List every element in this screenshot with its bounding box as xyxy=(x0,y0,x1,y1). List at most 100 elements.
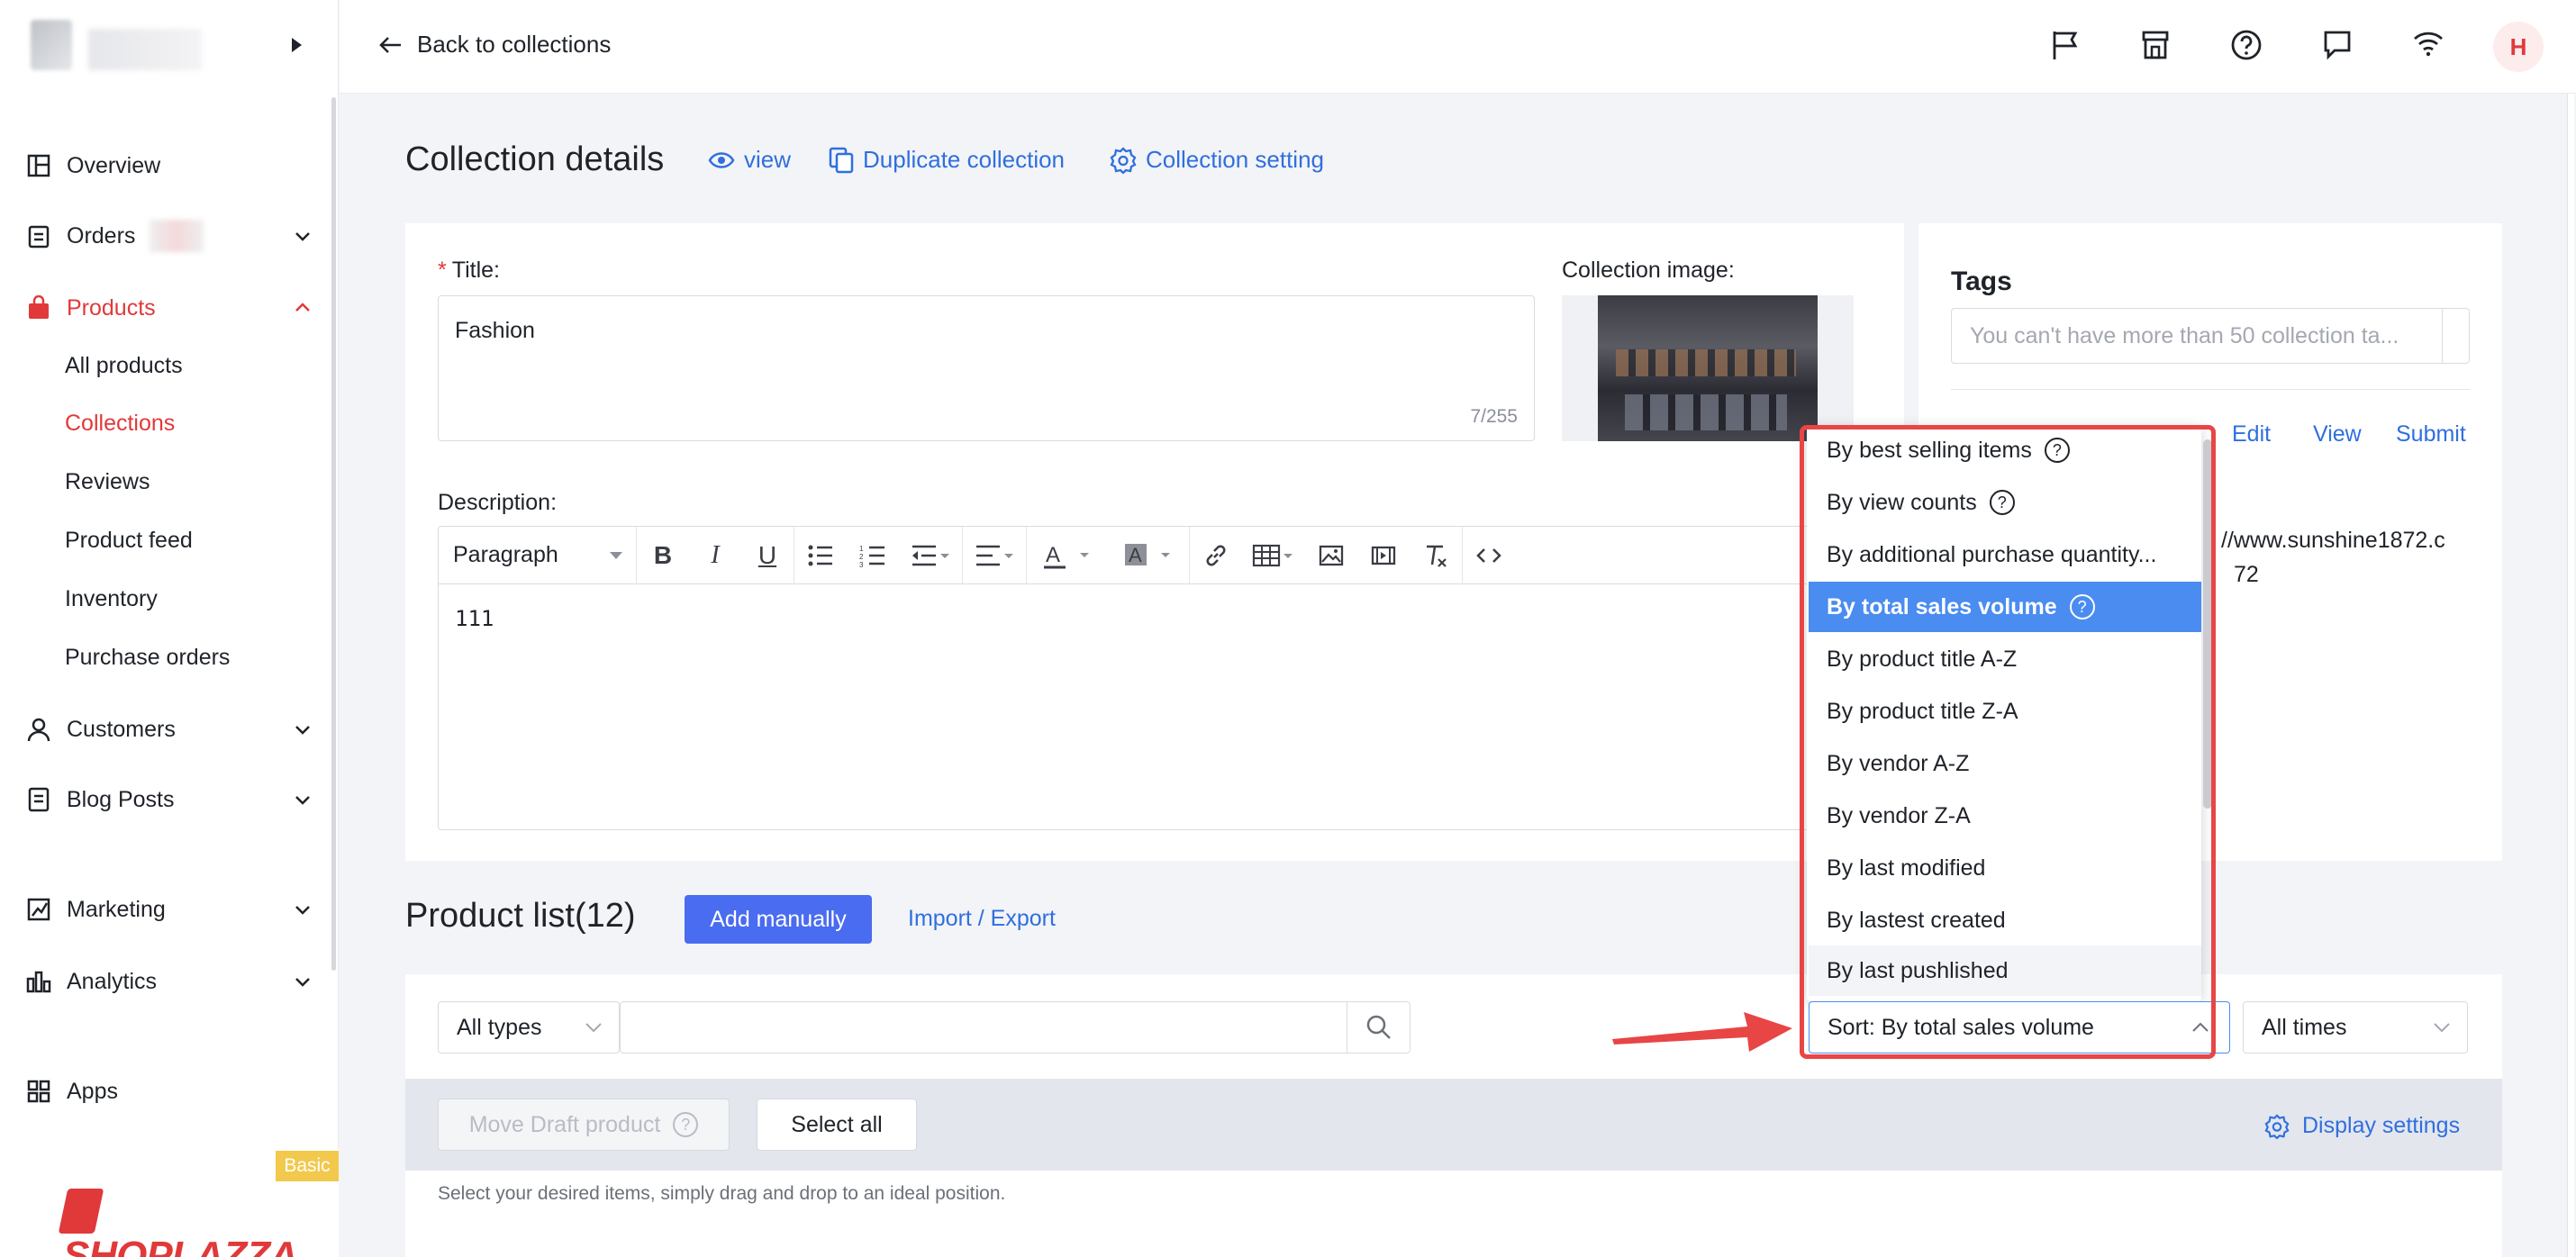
chevron-down-icon xyxy=(585,1023,602,1033)
sidebar-item-apps[interactable]: Apps xyxy=(25,1072,313,1111)
clear-format-icon[interactable] xyxy=(1410,527,1462,584)
editor-content[interactable]: 111 xyxy=(455,606,494,631)
dashboard-icon xyxy=(25,152,52,179)
back-to-collections-link[interactable]: Back to collections xyxy=(377,31,611,59)
sidebar-item-blog-posts[interactable]: Blog Posts xyxy=(25,780,313,819)
collection-image-label: Collection image: xyxy=(1562,258,1735,283)
megaphone-icon xyxy=(25,896,52,923)
sidebar-item-customers[interactable]: Customers xyxy=(25,710,313,749)
sidebar-item-overview[interactable]: Overview xyxy=(25,146,313,185)
font-color-icon[interactable]: A xyxy=(1027,527,1108,584)
wifi-icon[interactable] xyxy=(2412,29,2444,59)
tags-divider xyxy=(1951,389,2470,390)
shoplazza-logo: SHOPLAZZA xyxy=(58,1187,339,1257)
description-editor[interactable]: Paragraph B I U 123 A A 111 xyxy=(438,526,1854,830)
svg-text:1: 1 xyxy=(859,545,864,553)
help-circle-icon: ? xyxy=(673,1112,699,1137)
search-button[interactable] xyxy=(1347,1002,1410,1053)
image-icon[interactable] xyxy=(1305,527,1357,584)
tags-input[interactable]: You can't have more than 50 collection t… xyxy=(1951,308,2470,364)
seo-url-line2: 72 xyxy=(2234,562,2259,587)
sidebar-subitem-purchase-orders[interactable]: Purchase orders xyxy=(65,645,230,671)
paragraph-select[interactable]: Paragraph xyxy=(439,526,637,584)
collection-setting-link[interactable]: Collection setting xyxy=(1110,146,1324,174)
sidebar-subitem-all-products[interactable]: All products xyxy=(65,353,183,379)
sidebar-item-products[interactable]: Products xyxy=(25,288,313,328)
chat-icon[interactable] xyxy=(2322,29,2353,61)
time-filter-select[interactable]: All times xyxy=(2243,1001,2468,1054)
indent-icon[interactable] xyxy=(899,527,962,584)
sidebar-item-label: Overview xyxy=(67,152,161,178)
select-all-button[interactable]: Select all xyxy=(757,1099,917,1151)
view-link[interactable]: view xyxy=(708,146,791,174)
align-icon[interactable] xyxy=(963,527,1026,584)
svg-text:3: 3 xyxy=(859,561,864,567)
chevron-down-icon[interactable] xyxy=(292,225,313,247)
store-icon[interactable] xyxy=(2140,29,2171,61)
help-icon[interactable] xyxy=(2230,29,2263,61)
bullet-list-icon[interactable] xyxy=(794,527,847,584)
annotation-highlight-box xyxy=(1800,425,2216,1059)
sidebar-item-label: Orders xyxy=(67,222,136,249)
seo-edit-link[interactable]: Edit xyxy=(2232,421,2271,448)
svg-text:2: 2 xyxy=(859,553,864,561)
flag-icon[interactable] xyxy=(2050,29,2081,61)
plan-badge: Basic xyxy=(276,1151,339,1181)
collapse-sidebar-icon[interactable] xyxy=(292,38,302,52)
sidebar: Overview Orders Products All products Co… xyxy=(0,0,339,1257)
type-filter-select[interactable]: All types xyxy=(438,1001,620,1054)
title-input[interactable]: Fashion 7/255 xyxy=(438,295,1535,441)
main-scrollbar[interactable] xyxy=(2567,94,2574,1257)
sidebar-subitem-collections[interactable]: Collections xyxy=(65,411,175,437)
annotation-arrow-icon xyxy=(1612,1012,1792,1052)
bold-icon[interactable]: B xyxy=(637,527,689,584)
bar-chart-icon xyxy=(25,968,52,995)
sidebar-scrollbar[interactable] xyxy=(331,97,336,971)
display-settings-link[interactable]: Display settings xyxy=(2264,1113,2460,1139)
sidebar-item-label: Blog Posts xyxy=(67,786,175,812)
sidebar-item-marketing[interactable]: Marketing xyxy=(25,890,313,929)
gear-icon xyxy=(1110,146,1137,174)
add-manually-button[interactable]: Add manually xyxy=(685,895,872,944)
avatar[interactable]: H xyxy=(2493,22,2544,72)
import-export-link[interactable]: Import / Export xyxy=(908,906,1056,932)
seo-view-link[interactable]: View xyxy=(2313,421,2362,448)
chevron-down-icon[interactable] xyxy=(292,899,313,920)
sidebar-item-orders[interactable]: Orders xyxy=(25,216,313,256)
seo-submit-link[interactable]: Submit xyxy=(2396,421,2466,448)
svg-text:A: A xyxy=(1129,544,1142,566)
underline-icon[interactable]: U xyxy=(741,527,794,584)
document-icon xyxy=(25,786,52,813)
sidebar-item-label: Customers xyxy=(67,716,176,742)
bag-icon xyxy=(25,294,52,321)
italic-icon[interactable]: I xyxy=(689,527,741,584)
search-icon xyxy=(1366,1015,1391,1039)
highlight-color-icon[interactable]: A xyxy=(1108,527,1189,584)
link-icon[interactable] xyxy=(1190,527,1242,584)
product-list-title: Product list(12) xyxy=(405,897,636,935)
sidebar-item-label: Apps xyxy=(67,1078,118,1104)
chevron-down-icon[interactable] xyxy=(292,971,313,992)
source-code-icon[interactable] xyxy=(1463,527,1515,584)
sidebar-subitem-reviews[interactable]: Reviews xyxy=(65,469,150,495)
duplicate-collection-link[interactable]: Duplicate collection xyxy=(829,146,1065,174)
sidebar-subitem-inventory[interactable]: Inventory xyxy=(65,586,158,612)
copy-icon xyxy=(829,147,854,173)
sidebar-item-analytics[interactable]: Analytics xyxy=(25,962,313,1001)
tags-title: Tags xyxy=(1951,267,2012,296)
product-search-input[interactable] xyxy=(620,1001,1410,1054)
title-char-counter: 7/255 xyxy=(1470,406,1518,427)
person-icon xyxy=(25,716,52,743)
tags-input-addon[interactable] xyxy=(2442,309,2469,363)
chevron-down-icon[interactable] xyxy=(292,719,313,740)
title-label: * Title: xyxy=(438,258,500,283)
caret-down-icon xyxy=(610,551,622,559)
chevron-up-icon[interactable] xyxy=(292,297,313,319)
sidebar-subitem-product-feed[interactable]: Product feed xyxy=(65,528,193,554)
collection-image[interactable] xyxy=(1598,295,1818,441)
numbered-list-icon[interactable]: 123 xyxy=(847,527,899,584)
table-icon[interactable] xyxy=(1242,527,1305,584)
video-icon[interactable] xyxy=(1357,527,1410,584)
chevron-down-icon[interactable] xyxy=(292,789,313,810)
seo-url-line1: //www.sunshine1872.c xyxy=(2221,528,2445,553)
